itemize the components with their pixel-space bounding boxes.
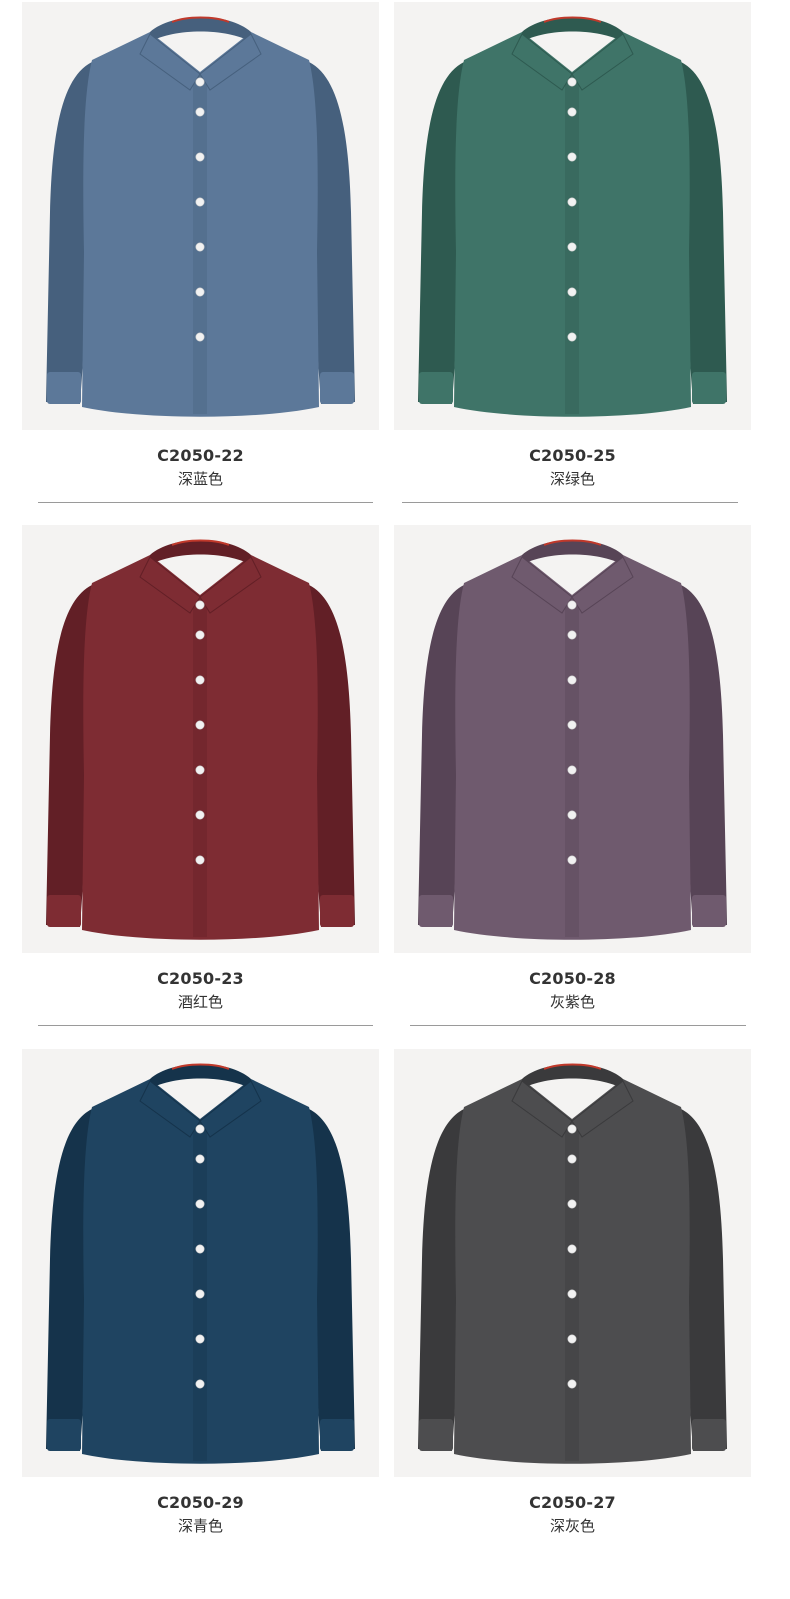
collar-band — [522, 540, 623, 565]
right-cuff — [320, 372, 354, 404]
collar-band — [150, 17, 251, 42]
collar-band — [150, 1064, 251, 1089]
shirt-button — [567, 152, 577, 162]
shirt-button — [567, 600, 577, 610]
shirt-button — [567, 332, 577, 342]
left-cuff — [47, 895, 81, 927]
left-cuff — [47, 1419, 81, 1451]
divider — [402, 502, 738, 503]
shirt-button — [195, 600, 205, 610]
shirt-photo[interactable] — [394, 1049, 751, 1477]
divider — [38, 502, 373, 503]
left-cuff — [47, 372, 81, 404]
color-name: 酒红色 — [177, 993, 223, 1011]
shirt-button — [195, 1199, 205, 1209]
shirt-button — [195, 77, 205, 87]
shirt-button — [195, 152, 205, 162]
shirt-image — [418, 16, 727, 417]
shirt-photo[interactable] — [394, 525, 751, 953]
shirt-button — [195, 332, 205, 342]
shirt-button — [567, 1334, 577, 1344]
shirt-button — [195, 242, 205, 252]
product-code: C2050-27 — [529, 1493, 616, 1512]
product-code: C2050-23 — [157, 969, 244, 988]
product-color-grid: { "products": [ { "code": "C2050-22", "c… — [0, 0, 790, 1599]
divider — [38, 1025, 373, 1026]
shirt-button — [195, 1289, 205, 1299]
shirt-image — [46, 16, 355, 417]
shirt-button — [567, 77, 577, 87]
shirt-button — [567, 630, 577, 640]
product-card[interactable]: C2050-29 深青色 — [22, 1049, 379, 1569]
shirt-button — [567, 765, 577, 775]
shirt-button — [567, 197, 577, 207]
divider — [410, 1025, 746, 1026]
shirt-button — [195, 810, 205, 820]
left-cuff — [419, 1419, 453, 1451]
color-name: 深绿色 — [549, 470, 595, 488]
product-card[interactable]: C2050-28 灰紫色 — [394, 525, 751, 1045]
collar-band — [150, 540, 251, 565]
shirt-button — [195, 1154, 205, 1164]
shirt-button — [195, 1244, 205, 1254]
shirt-button — [195, 1124, 205, 1134]
product-card[interactable]: C2050-25 深绿色 — [394, 2, 751, 522]
shirt-photo[interactable] — [22, 525, 379, 953]
right-cuff — [692, 895, 726, 927]
collar-band — [522, 17, 623, 42]
shirt-image — [418, 539, 727, 940]
product-card[interactable]: C2050-27 深灰色 — [394, 1049, 751, 1569]
shirt-button — [567, 287, 577, 297]
shirt-button — [195, 675, 205, 685]
product-code: C2050-22 — [157, 446, 244, 465]
left-cuff — [419, 372, 453, 404]
product-code: C2050-29 — [157, 1493, 244, 1512]
shirt-button — [195, 287, 205, 297]
shirt-button — [567, 1199, 577, 1209]
shirt-button — [567, 1244, 577, 1254]
product-code: C2050-28 — [529, 969, 616, 988]
product-code: C2050-25 — [529, 446, 616, 465]
shirt-image — [46, 539, 355, 940]
shirt-button — [195, 1379, 205, 1389]
shirt-button — [567, 1154, 577, 1164]
shirt-button — [567, 242, 577, 252]
shirt-button — [195, 630, 205, 640]
shirt-button — [567, 1379, 577, 1389]
shirt-image — [46, 1063, 355, 1464]
right-cuff — [320, 1419, 354, 1451]
shirt-button — [195, 107, 205, 117]
left-cuff — [419, 895, 453, 927]
shirt-button — [567, 810, 577, 820]
right-cuff — [692, 1419, 726, 1451]
product-card[interactable]: C2050-22 深蓝色 — [22, 2, 379, 522]
shirt-button — [567, 1289, 577, 1299]
shirt-button — [195, 855, 205, 865]
shirt-button — [195, 197, 205, 207]
right-cuff — [320, 895, 354, 927]
color-name: 深灰色 — [549, 1517, 595, 1535]
shirt-button — [567, 720, 577, 730]
right-cuff — [692, 372, 726, 404]
shirt-button — [567, 675, 577, 685]
shirt-button — [195, 1334, 205, 1344]
color-name: 深青色 — [177, 1517, 223, 1535]
collar-band — [522, 1064, 623, 1089]
color-name: 灰紫色 — [549, 993, 595, 1011]
product-card[interactable]: C2050-23 酒红色 — [22, 525, 379, 1045]
shirt-image — [418, 1063, 727, 1464]
shirt-button — [195, 720, 205, 730]
shirt-button — [567, 1124, 577, 1134]
shirt-photo[interactable] — [22, 2, 379, 430]
shirt-button — [567, 855, 577, 865]
shirt-photo[interactable] — [394, 2, 751, 430]
color-name: 深蓝色 — [177, 470, 223, 488]
shirt-button — [567, 107, 577, 117]
shirt-photo[interactable] — [22, 1049, 379, 1477]
shirt-button — [195, 765, 205, 775]
